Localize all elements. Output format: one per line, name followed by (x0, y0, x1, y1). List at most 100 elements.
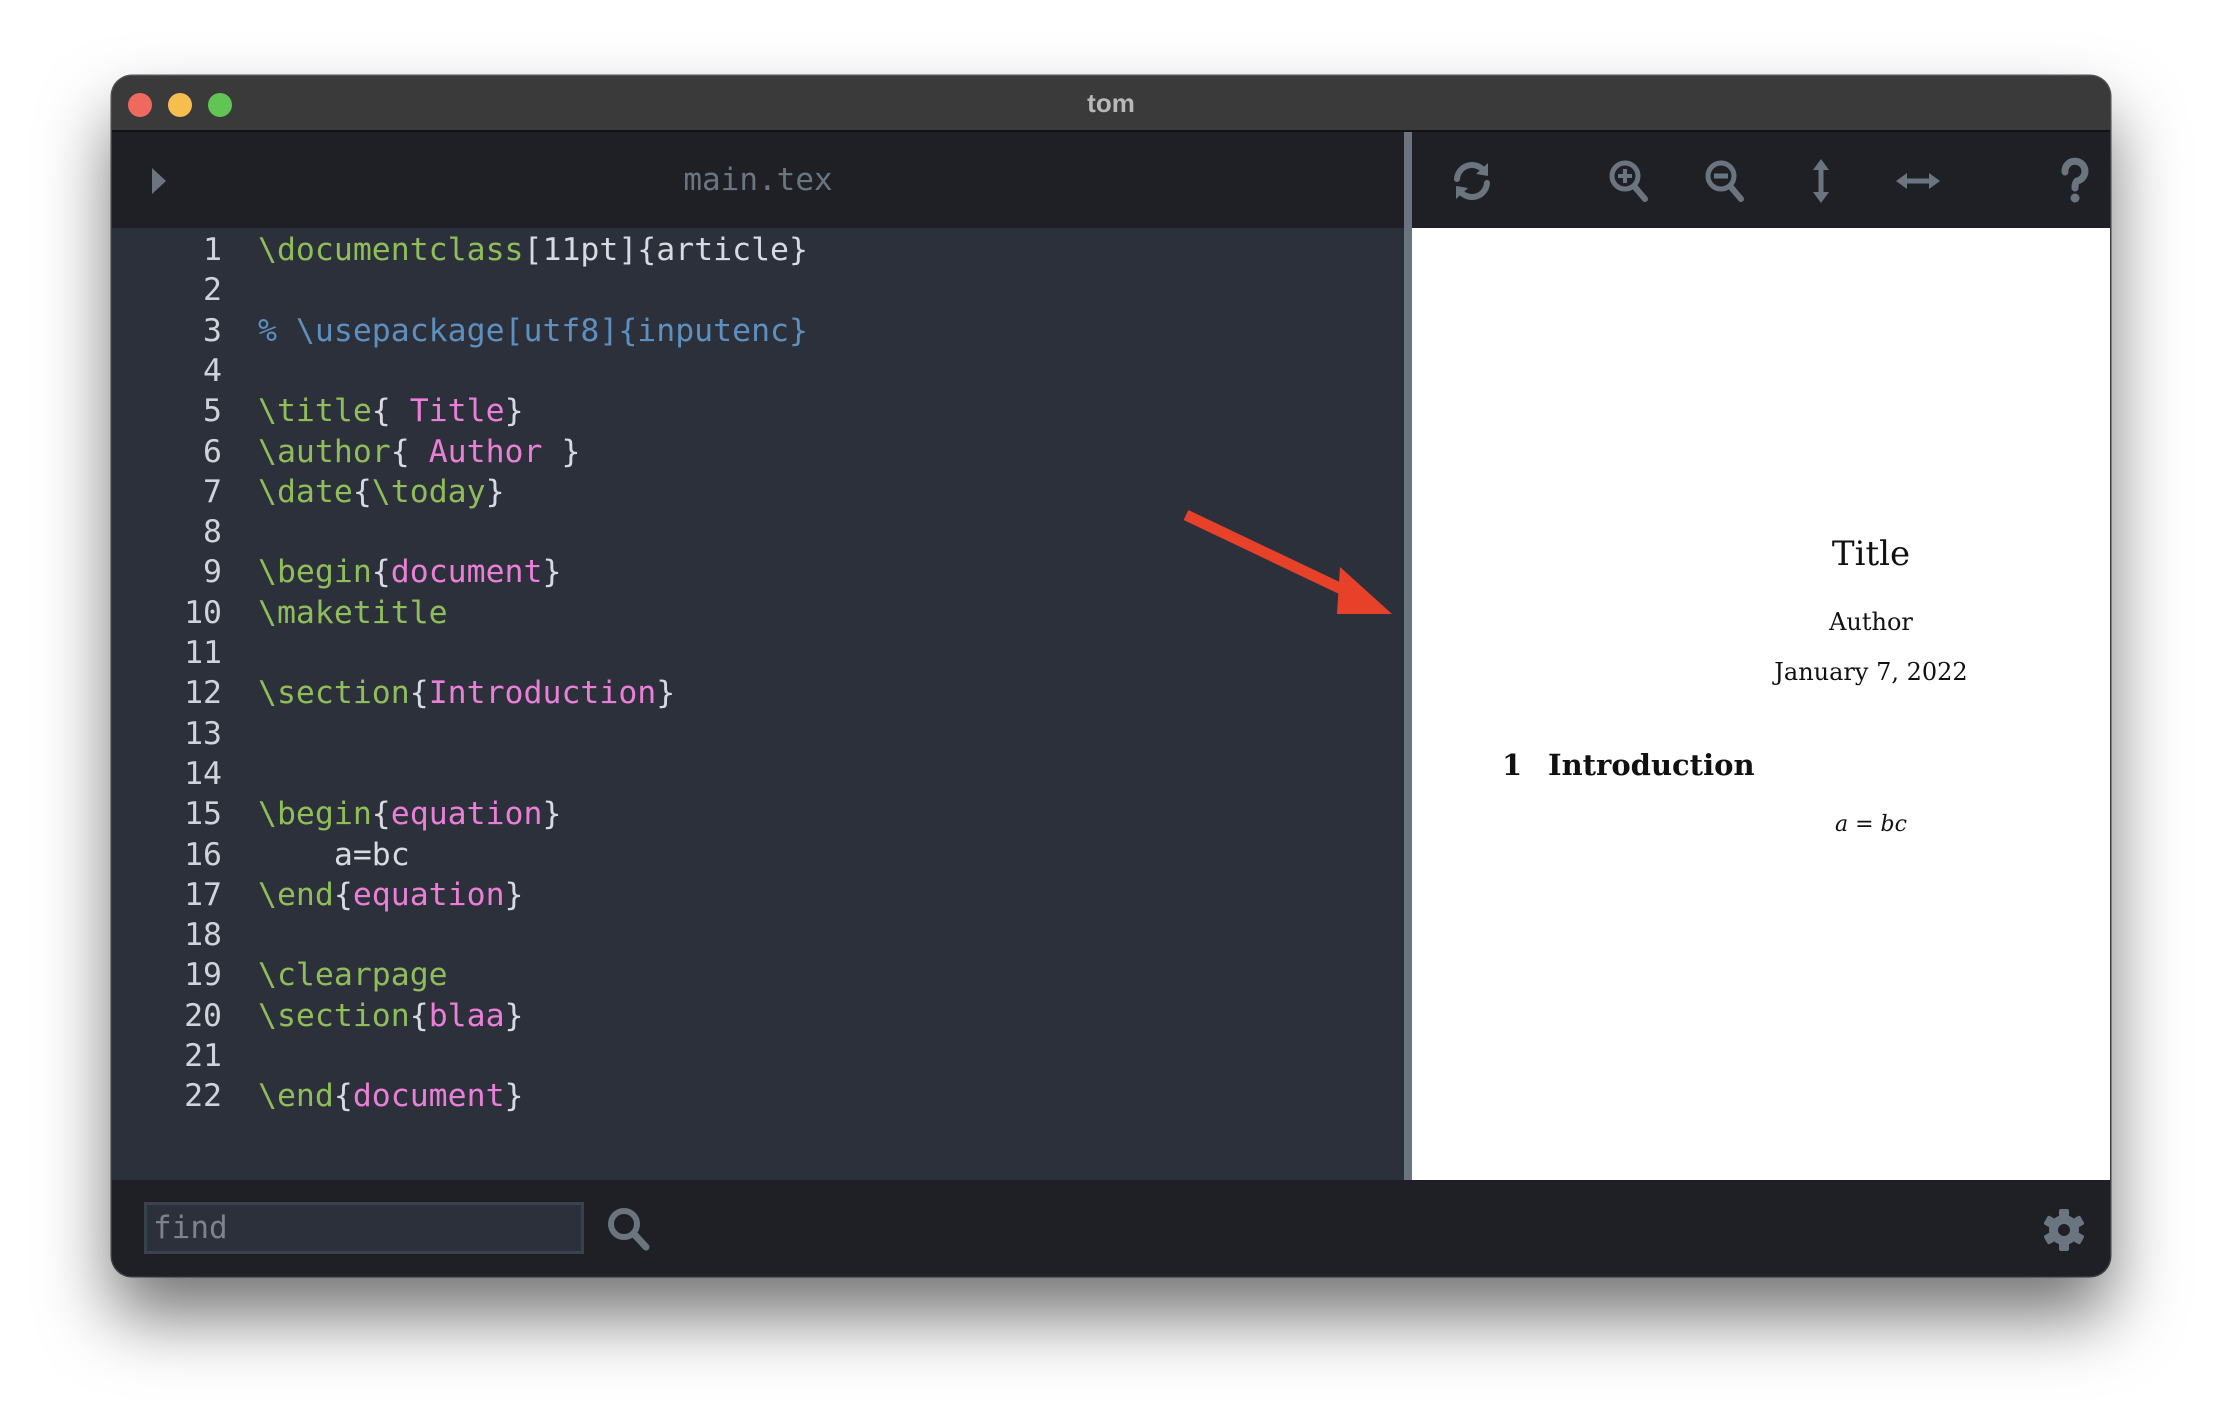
code-line[interactable]: 18 (112, 915, 222, 955)
code-text[interactable]: \documentclass[11pt]{article} (258, 230, 808, 270)
fit-width-icon[interactable] (1894, 157, 1942, 205)
code-token-arg: equation (390, 796, 543, 833)
code-line[interactable]: 10 \maketitle (112, 593, 448, 633)
code-token-cmd: \date (258, 473, 353, 510)
code-line[interactable]: 14 (112, 754, 222, 794)
code-line[interactable]: 8 (112, 512, 222, 552)
code-token-arg: Title (409, 393, 505, 430)
fit-height-icon[interactable] (1797, 157, 1845, 205)
zoom-out-icon[interactable] (1701, 157, 1749, 205)
code-token-arg: document (352, 1078, 505, 1115)
code-token-plain: a=bc (258, 836, 410, 873)
code-text[interactable]: \date{\today} (258, 472, 505, 512)
code-line[interactable]: 22 \end{document} (112, 1076, 523, 1116)
search-icon[interactable] (604, 1204, 654, 1254)
editor-header: main.tex (112, 132, 1404, 228)
line-number: 21 (184, 1038, 222, 1074)
settings-gear-icon[interactable] (2040, 1206, 2088, 1254)
code-token-cmd: \today (371, 473, 486, 510)
code-line[interactable]: 17 \end{equation} (112, 875, 523, 915)
window-title: tom (1087, 88, 1135, 118)
code-line[interactable]: 3 % \usepackage[utf8]{inputenc} (112, 311, 808, 351)
code-text[interactable]: \author{ Author } (258, 432, 580, 472)
code-line[interactable]: 9 \begin{document} (112, 552, 561, 592)
code-line[interactable]: 6 \author{ Author } (112, 432, 580, 472)
code-text[interactable]: % \usepackage[utf8]{inputenc} (258, 311, 808, 351)
code-text[interactable]: \end{equation} (258, 875, 524, 915)
code-token-plain: { (409, 675, 429, 712)
code-token-cmd: \documentclass (258, 232, 524, 268)
code-token-cmd: \section (258, 675, 410, 712)
code-token-cmd: \maketitle (258, 594, 448, 631)
code-token-plain: { (371, 796, 391, 833)
line-number: 4 (203, 352, 222, 389)
code-token-plain: } (485, 473, 505, 510)
line-number: 7 (203, 473, 222, 510)
line-number: 5 (203, 393, 222, 430)
code-text[interactable]: a=bc (258, 835, 410, 875)
line-number: 11 (184, 635, 222, 671)
code-token-plain: } (504, 876, 524, 913)
zoom-in-icon[interactable] (1605, 157, 1653, 205)
line-number: 19 (184, 957, 222, 994)
code-line[interactable]: 15 \begin{equation} (112, 794, 561, 834)
code-text[interactable]: \begin{equation} (258, 794, 561, 834)
code-line[interactable]: 19 \clearpage (112, 955, 448, 995)
code-token-cmd: \begin (258, 796, 372, 833)
code-token-cmd: \end (258, 876, 334, 913)
find-input[interactable] (144, 1202, 584, 1254)
code-token-cmd: \clearpage (258, 957, 448, 994)
code-line[interactable]: 11 (112, 633, 222, 673)
code-line[interactable]: 13 (112, 714, 222, 754)
line-number: 3 (203, 312, 222, 349)
code-token-arg: Author (428, 433, 543, 470)
code-line[interactable]: 5 \title{ Title} (112, 391, 524, 431)
code-line[interactable]: 4 (112, 351, 222, 391)
line-number: 16 (184, 836, 222, 873)
help-icon[interactable] (2051, 157, 2099, 205)
bottom-bar (112, 1180, 2110, 1276)
pdf-equation: a = bc (1835, 812, 1907, 837)
code-text[interactable]: \section{Introduction} (258, 673, 675, 713)
code-token-plain: { (390, 433, 429, 470)
code-token-plain: { (333, 1078, 353, 1115)
pdf-title: Title (1831, 534, 1911, 574)
code-text[interactable]: \clearpage (258, 955, 448, 995)
code-token-plain: [11pt]{article} (523, 232, 808, 268)
code-text[interactable]: \section{blaa} (258, 996, 524, 1036)
pdf-date: January 7, 2022 (1774, 658, 1968, 686)
code-editor[interactable]: 1 \documentclass[11pt]{article} 2 3 % \usepa… (112, 228, 1404, 1180)
code-text[interactable]: \maketitle (258, 593, 448, 633)
line-number: 20 (184, 997, 222, 1034)
code-line[interactable]: 1 \documentclass[11pt]{article} (112, 230, 808, 270)
line-number: 17 (184, 876, 222, 913)
line-number: 14 (184, 755, 222, 792)
code-line[interactable]: 2 (112, 270, 222, 310)
pane-splitter[interactable] (1404, 132, 1412, 1180)
code-line[interactable]: 7 \date{\today} (112, 472, 505, 512)
line-number: 6 (203, 433, 222, 470)
code-token-plain: } (504, 393, 524, 430)
code-line[interactable]: 20 \section{blaa} (112, 996, 523, 1036)
code-token-cmd: \end (258, 1078, 334, 1115)
line-number: 18 (184, 917, 222, 954)
sidebar-toggle-icon[interactable] (152, 168, 166, 194)
code-token-plain: { (333, 876, 353, 913)
line-number: 2 (203, 272, 222, 309)
code-line[interactable]: 21 (112, 1036, 222, 1076)
code-token-cmd: \section (258, 997, 410, 1034)
pdf-toolbar (1412, 132, 2110, 228)
code-text[interactable]: \begin{document} (258, 552, 561, 592)
code-text[interactable]: \title{ Title} (258, 391, 524, 431)
code-token-cmd: \begin (258, 554, 372, 591)
line-number: 13 (184, 715, 222, 752)
code-token-plain: } (504, 1078, 524, 1115)
code-text[interactable]: \end{document} (258, 1076, 524, 1116)
pdf-preview[interactable]: Title Author January 7, 2022 1 Introduct… (1412, 228, 2110, 1180)
code-line[interactable]: 12 \section{Introduction} (112, 673, 675, 713)
line-number: 1 (203, 232, 222, 268)
code-line[interactable]: 16 a=bc (112, 835, 410, 875)
title-bar[interactable]: tom (112, 76, 2110, 132)
code-token-plain: { (371, 393, 410, 430)
refresh-icon[interactable] (1448, 157, 1496, 205)
